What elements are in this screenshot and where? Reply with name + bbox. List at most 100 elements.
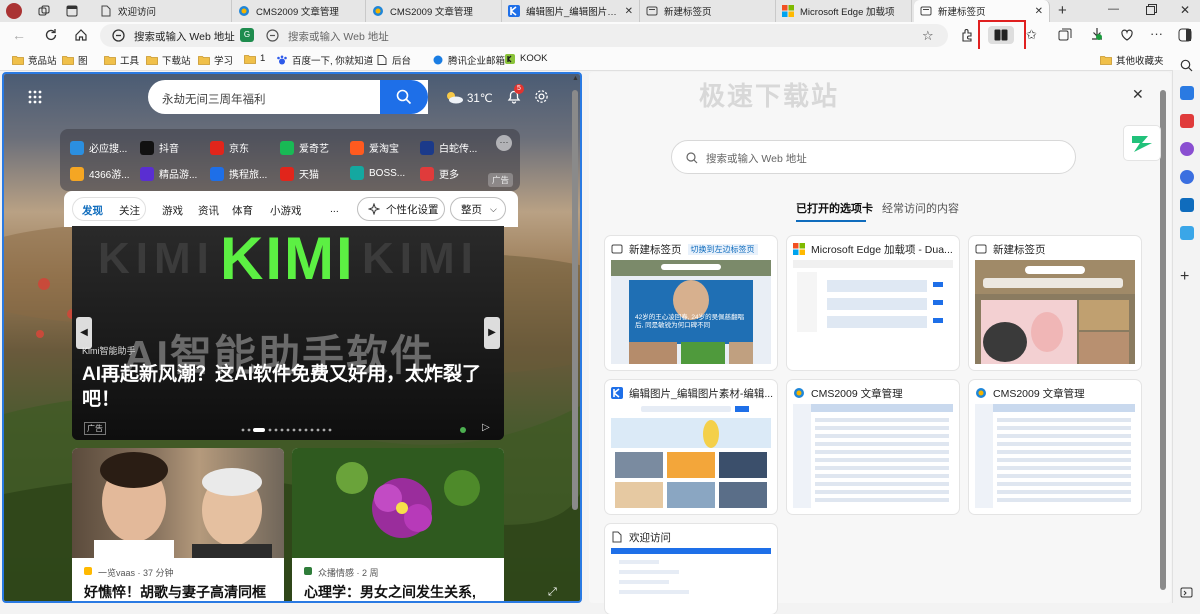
quick-link[interactable]: 爱淘宝 [350,140,416,155]
search-icon[interactable] [1180,59,1193,72]
quick-link[interactable]: 京东 [210,140,276,155]
weather-icon[interactable] [444,90,464,104]
tab-newtab-1[interactable]: 新建标签页 [640,0,776,22]
feed-tab[interactable]: 关注 [119,203,140,218]
address-bar[interactable]: 搜索或输入 Web 地址 G 搜索或输入 Web 地址 ☆ [100,24,948,47]
play-icon[interactable]: ▷ [482,422,490,433]
browser-essentials-icon[interactable] [1120,28,1134,42]
feed-tab[interactable]: 游戏 [162,203,183,218]
shopping-tag-icon[interactable] [1180,86,1194,100]
translate-icon[interactable]: G [240,28,254,42]
tab-newtab-active[interactable]: 新建标签页 ✕ [914,0,1050,22]
profile-avatar[interactable] [6,3,22,19]
new-tab-button[interactable]: + [1058,2,1067,19]
bookmark-item[interactable]: 后台 [376,53,411,67]
close-window-button[interactable]: ✕ [1180,3,1190,17]
settings-gear-icon[interactable] [534,89,549,104]
open-tab-card[interactable]: 新建标签页 切换到左边标签页 42岁的王心凌回春, 24岁的吴佩慈翻唱后, 同是敏… [605,236,777,370]
drop-icon[interactable] [1180,226,1194,240]
open-tab-card[interactable]: 新建标签页 [969,236,1141,370]
feed-tab[interactable]: 体育 [232,203,253,218]
news-card[interactable]: 众播情感 · 2 周 心理学：男女之间发生关系, [292,448,504,601]
quick-link[interactable]: 抖音 [140,140,206,155]
open-tab-card[interactable]: 编辑图片_编辑图片素材-编辑... [605,380,777,514]
close-tab-icon[interactable]: ✕ [1035,6,1043,17]
quick-link[interactable]: 携程旅... [210,166,276,181]
bookmark-item[interactable]: 1 [244,53,265,64]
carousel-next-icon[interactable]: ▶ [484,317,500,349]
open-tab-card[interactable]: CMS2009 文章管理 [787,380,959,514]
favorite-star-icon[interactable]: ☆ [922,28,934,44]
right-scrollbar[interactable] [1160,90,1166,590]
tab-frequent[interactable]: 经常访问的内容 [882,200,959,216]
news-title[interactable]: 心理学：男女之间发生关系, [304,582,476,601]
news-title[interactable]: 好憔悴！胡歌与妻子高清同框 [84,582,266,601]
bookmark-item[interactable]: 工具 [104,53,139,67]
games-icon[interactable] [1180,142,1194,156]
feed-tab[interactable]: 发现 [82,203,103,218]
feed-tab[interactable]: 资讯 [198,203,219,218]
scroll-up-icon[interactable]: ▲ [572,75,579,82]
hero-card[interactable]: KIMI KIMI KIMI AI智能助手软件 Kimi智能助手 AI再起新风潮… [72,226,504,440]
back-arrow-icon[interactable]: ← [12,27,26,43]
open-tab-card[interactable]: Microsoft Edge 加载项 - Dua... [787,236,959,370]
bookmark-item[interactable]: 腾讯企业邮箱 [432,53,505,67]
layout-dropdown[interactable]: 整页 ⌵ [450,197,506,221]
other-bookmarks[interactable]: 其他收藏夹 [1100,53,1164,67]
shortcut-app-icon[interactable] [1124,126,1160,160]
quick-links-more-icon[interactable]: ··· [496,135,512,151]
quick-link[interactable]: 天猫 [280,166,346,181]
expand-icon[interactable]: ⤢ [548,586,557,599]
tab-image-editor[interactable]: 编辑图片_编辑图片素材 ✕ [502,0,640,22]
split-screen-button[interactable] [988,26,1014,44]
quick-link[interactable]: 精品游... [140,166,206,181]
tab-open-tabs[interactable]: 已打开的选项卡 [796,200,873,216]
bookmark-item[interactable]: KOOK [504,53,547,64]
hero-title[interactable]: AI再起新风潮？这AI软件免费又好用，太炸裂了吧！ [82,362,482,412]
quick-link[interactable]: 必应搜... [70,140,136,155]
outlook-icon[interactable] [1180,198,1194,212]
open-tab-card[interactable]: CMS2009 文章管理 [969,380,1141,514]
close-pane-button[interactable]: ✕ [1132,86,1144,103]
carousel-dots[interactable] [240,427,340,433]
tools-icon[interactable] [1180,114,1194,128]
refresh-icon[interactable] [44,28,58,42]
left-scrollbar[interactable] [572,90,578,510]
pane-search-input[interactable]: 搜索或输入 Web 地址 [671,140,1076,174]
msn-search-button[interactable] [380,80,428,114]
tab-cms-2[interactable]: CMS2009 文章管理 [366,0,502,22]
tab-cms-1[interactable]: CMS2009 文章管理 [232,0,366,22]
tab-actions-icon[interactable] [66,5,78,17]
close-tab-icon[interactable]: ✕ [625,6,633,17]
quick-link[interactable]: 更多 [420,166,486,181]
apps-grid-icon[interactable] [28,90,42,104]
more-menu-icon[interactable]: ··· [1150,26,1163,41]
news-card[interactable]: 一览vaas · 37 分钟 好憔悴！胡歌与妻子高清同框 [72,448,284,601]
bookmark-item[interactable]: 竞品站 [12,53,57,67]
carousel-prev-icon[interactable]: ◀ [76,317,92,349]
extensions-icon[interactable] [960,28,974,42]
sidebar-settings-icon[interactable] [1180,586,1193,599]
personalize-button[interactable]: 个性化设置 [357,197,445,221]
weather-temp[interactable]: 31℃ [467,91,493,105]
open-tab-card[interactable]: 欢迎访问 [605,524,777,614]
copilot-icon[interactable] [1178,28,1192,42]
bookmark-item[interactable]: 学习 [198,53,233,67]
feed-tab[interactable]: ... [330,203,339,215]
workspaces-icon[interactable] [38,5,50,17]
home-icon[interactable] [74,28,88,42]
collections-icon[interactable] [1058,28,1072,42]
minimize-button[interactable]: — [1108,3,1119,15]
add-sidebar-app-icon[interactable]: + [1180,268,1189,286]
office-icon[interactable] [1180,170,1194,184]
quick-link[interactable]: BOSS... [350,166,416,180]
bookmark-item[interactable]: 下载站 [146,53,191,67]
bookmark-item[interactable]: 百度一下, 你就知道 [276,53,373,67]
bookmark-item[interactable]: 图 [62,53,88,67]
switch-left-badge[interactable]: 切换到左边标签页 [687,243,758,255]
quick-link[interactable]: 爱奇艺 [280,140,346,155]
restore-button[interactable] [1146,4,1157,15]
tab-welcome[interactable]: 欢迎访问 [94,0,232,22]
tab-edge-addons[interactable]: Microsoft Edge 加载项 [776,0,912,22]
quick-link[interactable]: 4366游... [70,166,136,181]
